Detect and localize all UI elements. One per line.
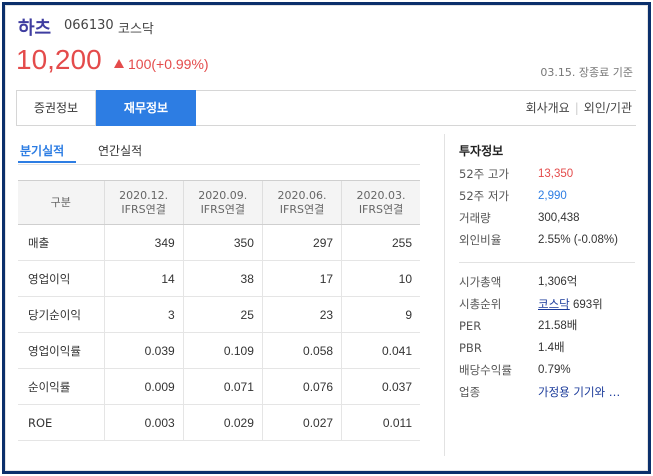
header-sublabel: IFRS연결 <box>358 202 404 216</box>
info-value: 코스닥 693위 <box>538 296 603 313</box>
cell-value: 350 <box>182 224 263 261</box>
subtab-quarterly[interactable]: 분기실적 <box>20 142 64 159</box>
cell-value: 0.037 <box>341 368 420 405</box>
financial-table: 구분 2020.12. IFRS연결 2020.09. IFRS연결 2020.06… <box>18 180 420 441</box>
foreign-institution-link[interactable]: 외인/기관 <box>584 101 632 115</box>
info-value: 21.58배 <box>538 320 578 332</box>
table-row: ROE 0.003 0.029 0.027 0.011 <box>18 404 420 441</box>
info-label: 52주 저가 <box>459 189 510 203</box>
info-value: 1.4배 <box>538 342 565 354</box>
cell-value: 17 <box>261 260 342 297</box>
table-header-cell: 2020.03. IFRS연결 <box>341 180 420 225</box>
widget-body: 하츠 066130 코스닥 10,200 100(+0.99%) 03.15. … <box>5 5 648 471</box>
info-label: PBR <box>459 341 482 355</box>
info-label: 업종 <box>459 385 481 399</box>
rank-market-link[interactable]: 코스닥 <box>538 297 570 311</box>
table-header-row: 구분 2020.12. IFRS연결 2020.09. IFRS연결 2020.06… <box>18 180 420 225</box>
info-label: 외인비율 <box>459 233 502 247</box>
header-label: 2020.09. <box>198 188 248 202</box>
row-label: 매출 <box>18 224 104 261</box>
info-label: PER <box>459 319 482 333</box>
cell-value: 0.009 <box>103 368 184 405</box>
row-label: 영업이익 <box>18 260 104 297</box>
right-links: 회사개요 | 외인/기관 <box>526 91 632 125</box>
tab-financial-info[interactable]: 재무정보 <box>96 90 196 126</box>
cell-value: 0.109 <box>182 332 263 369</box>
row-label: 순이익률 <box>18 368 104 405</box>
table-row: 당기순이익 3 25 23 9 <box>18 296 420 333</box>
current-price: 10,200 <box>16 44 102 75</box>
market-name: 코스닥 <box>118 22 154 37</box>
cell-value: 0.027 <box>261 404 342 441</box>
cell-value: 9 <box>341 296 420 333</box>
as-of-time: 03.15. 장종료 기준 <box>540 66 633 79</box>
table-row: 매출 349 350 297 255 <box>18 224 420 261</box>
panel-title: 투자정보 <box>459 144 504 158</box>
cell-value: 255 <box>341 224 420 261</box>
info-value: 0.79% <box>538 364 571 376</box>
info-label: 배당수익률 <box>459 363 512 377</box>
cell-value: 297 <box>261 224 342 261</box>
tab-stock-info[interactable]: 증권정보 <box>16 90 96 126</box>
cell-value: 38 <box>182 260 263 297</box>
table-header-cell: 2020.12. IFRS연결 <box>103 180 184 225</box>
row-label: 영업이익률 <box>18 332 104 369</box>
row-label: ROE <box>18 404 104 441</box>
cell-value: 349 <box>103 224 184 261</box>
rank-value: 693위 <box>572 299 603 311</box>
info-value: 1,306억 <box>538 276 578 288</box>
table-header-cell: 2020.09. IFRS연결 <box>182 180 263 225</box>
table-row: 순이익률 0.009 0.071 0.076 0.037 <box>18 368 420 405</box>
table-row: 영업이익률 0.039 0.109 0.058 0.041 <box>18 332 420 369</box>
cell-value: 0.071 <box>182 368 263 405</box>
cell-value: 0.003 <box>103 404 184 441</box>
cell-value: 0.039 <box>103 332 184 369</box>
table-row: 영업이익 14 38 17 10 <box>18 260 420 297</box>
info-label: 거래량 <box>459 211 491 225</box>
widget-frame: 하츠 066130 코스닥 10,200 100(+0.99%) 03.15. … <box>2 2 651 474</box>
header-label: 2020.12. <box>119 188 169 202</box>
company-overview-link[interactable]: 회사개요 <box>526 101 570 115</box>
cell-value: 0.076 <box>261 368 342 405</box>
up-triangle-icon <box>114 59 124 68</box>
panel-divider <box>459 262 635 263</box>
cell-value: 0.029 <box>182 404 263 441</box>
info-value: 300,438 <box>538 212 580 224</box>
table-header-cell: 구분 <box>18 180 104 225</box>
cell-value: 3 <box>103 296 184 333</box>
subtab-divider <box>18 164 420 165</box>
industry-link[interactable]: 가정용 기기와 … <box>538 384 620 400</box>
header-sublabel: IFRS연결 <box>200 202 245 216</box>
info-value: 2.55% (-0.08%) <box>538 234 618 246</box>
price-change: 100(+0.99%) <box>128 56 209 72</box>
cell-value: 0.041 <box>341 332 420 369</box>
row-label: 당기순이익 <box>18 296 104 333</box>
subtab-active-underline <box>18 161 76 163</box>
info-label: 시총순위 <box>459 297 502 311</box>
investment-info-panel: 투자정보 52주 고가 13,350 52주 저가 2,990 거래량 300,… <box>444 134 640 456</box>
header-label: 2020.03. <box>356 188 406 202</box>
subtab-annual[interactable]: 연간실적 <box>98 142 142 159</box>
cell-value: 23 <box>261 296 342 333</box>
cell-value: 25 <box>182 296 263 333</box>
info-value: 13,350 <box>538 168 574 180</box>
tab-bar: 증권정보 재무정보 회사개요 | 외인/기관 <box>16 90 636 126</box>
info-label: 52주 고가 <box>459 167 510 181</box>
stock-name[interactable]: 하츠 <box>18 14 51 40</box>
info-value: 2,990 <box>538 190 567 202</box>
cell-value: 14 <box>103 260 184 297</box>
header-label: 2020.06. <box>277 188 327 202</box>
cell-value: 10 <box>341 260 420 297</box>
info-label: 시가총액 <box>459 275 502 289</box>
header-label: 구분 <box>50 195 71 209</box>
cell-value: 0.011 <box>341 404 420 441</box>
cell-value: 0.058 <box>261 332 342 369</box>
table-header-cell: 2020.06. IFRS연결 <box>261 180 342 225</box>
stock-code: 066130 <box>64 18 114 33</box>
link-divider: | <box>574 101 579 115</box>
header-sublabel: IFRS연결 <box>279 202 325 216</box>
header-sublabel: IFRS연결 <box>121 202 166 216</box>
